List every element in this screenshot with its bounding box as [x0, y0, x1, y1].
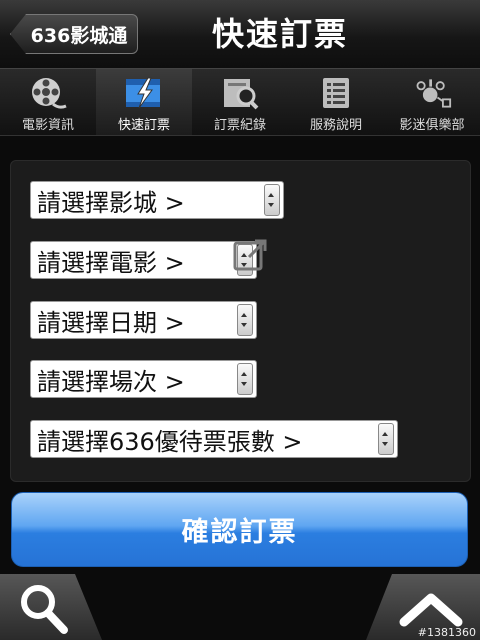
tab-service-info[interactable]: 服務說明	[288, 69, 384, 135]
date-select-value: 請選擇日期 >	[37, 308, 185, 337]
tab-booking-record[interactable]: 訂票紀錄	[192, 69, 288, 135]
showtime-select-value: 請選擇場次 >	[37, 367, 185, 396]
search-button[interactable]	[0, 574, 102, 640]
page-title: 快速訂票	[211, 15, 348, 53]
tab-label: 快速訂票	[117, 118, 170, 133]
chevron-up-icon	[399, 593, 463, 627]
tab-fan-club[interactable]: 影迷俱樂部	[384, 69, 480, 135]
tab-quick-booking[interactable]: 快速訂票	[96, 69, 192, 135]
open-external-icon[interactable]	[231, 237, 271, 273]
booking-record-icon	[220, 75, 260, 111]
movie-select[interactable]: 請選擇電影 >	[30, 241, 257, 279]
quick-booking-icon	[124, 75, 164, 111]
tab-label: 訂票紀錄	[213, 118, 266, 133]
select-arrows-icon	[237, 304, 253, 336]
tab-movie-info[interactable]: 電影資訊	[0, 69, 96, 135]
select-arrows-icon	[237, 363, 253, 395]
movie-select-value: 請選擇電影 >	[37, 248, 185, 277]
service-info-icon	[316, 75, 356, 111]
tab-label: 影迷俱樂部	[399, 118, 465, 133]
select-arrows-icon	[378, 423, 394, 455]
club-icon	[412, 75, 452, 111]
header-bar: 636影城通 快速訂票	[0, 0, 480, 69]
date-select[interactable]: 請選擇日期 >	[30, 301, 257, 339]
confirm-booking-button[interactable]: 確認訂票	[11, 492, 468, 567]
watermark-id: #1381360	[417, 626, 476, 639]
tab-bar: 電影資訊 快速訂票 訂票紀錄 服務說明 影迷俱樂部	[0, 69, 480, 136]
film-reel-icon	[28, 75, 68, 111]
ticket-count-select-value: 請選擇636優待票張數 >	[37, 427, 303, 456]
showtime-select[interactable]: 請選擇場次 >	[30, 360, 257, 398]
cinema-select[interactable]: 請選擇影城 >	[30, 181, 284, 219]
select-arrows-icon	[264, 184, 280, 216]
search-icon	[21, 585, 68, 634]
tab-label: 服務說明	[309, 118, 362, 133]
tab-label: 電影資訊	[21, 118, 74, 133]
back-button[interactable]: 636影城通	[10, 14, 138, 54]
ticket-count-select[interactable]: 請選擇636優待票張數 >	[30, 420, 398, 458]
cinema-select-value: 請選擇影城 >	[37, 188, 185, 217]
